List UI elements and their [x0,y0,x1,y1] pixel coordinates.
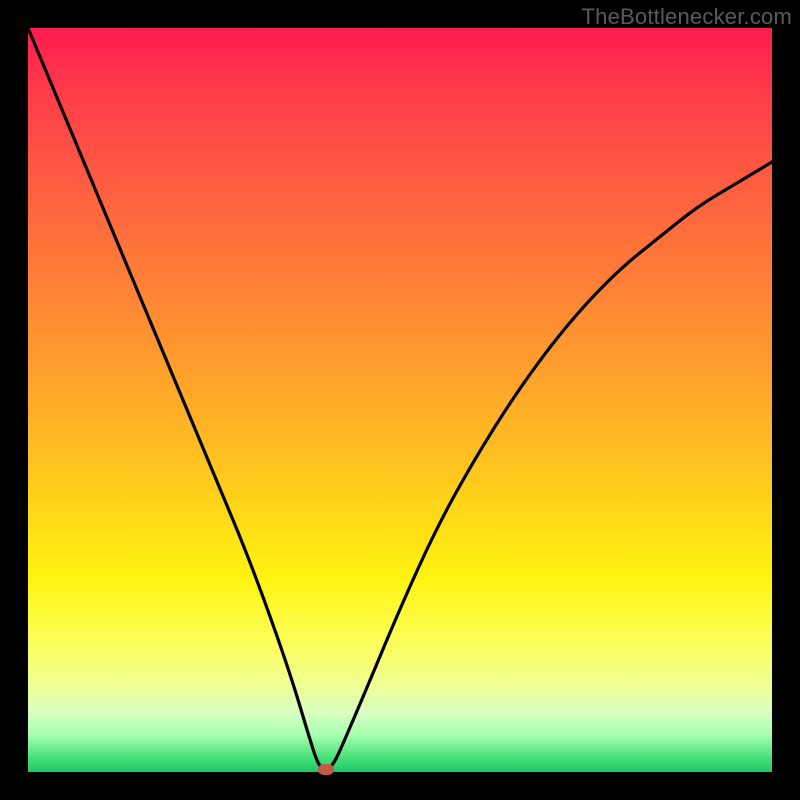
source-watermark: TheBottlenecker.com [582,4,792,30]
chart-frame: TheBottlenecker.com [0,0,800,800]
plot-area [28,28,772,772]
optimum-marker [318,764,334,775]
bottleneck-curve [28,28,772,772]
